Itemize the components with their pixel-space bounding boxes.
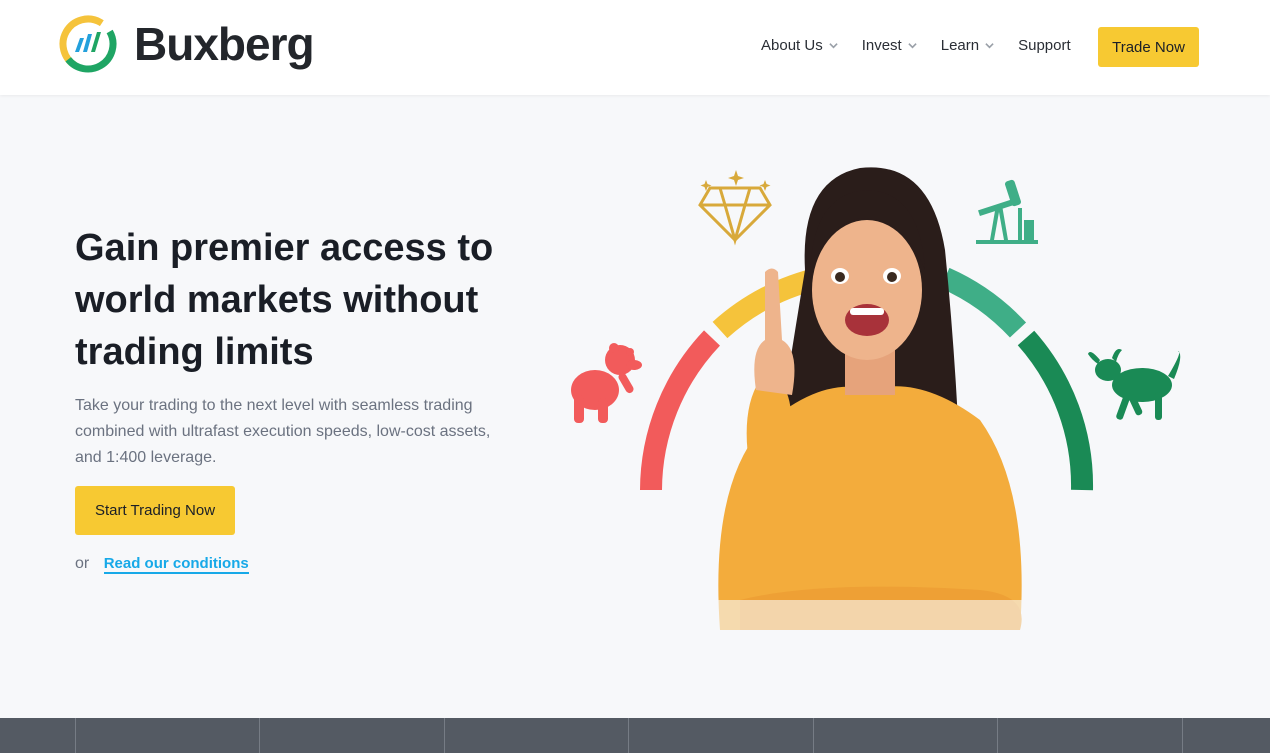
nav-support-label: Support xyxy=(1018,37,1071,54)
nav-about-us-label: About Us xyxy=(761,37,823,54)
diamond-icon xyxy=(698,170,772,246)
logo[interactable]: Buxberg xyxy=(58,14,315,74)
chevron-down-icon xyxy=(829,43,838,49)
ticker-cell[interactable] xyxy=(628,718,813,753)
start-trading-button[interactable]: Start Trading Now xyxy=(75,486,235,535)
hero-illustration xyxy=(571,167,1181,640)
ticker-cell xyxy=(0,718,75,753)
chevron-down-icon xyxy=(908,43,917,49)
chevron-down-icon xyxy=(985,43,994,49)
brand-name: Buxberg xyxy=(134,18,315,70)
main-nav: About Us Invest Learn Support xyxy=(761,37,1095,54)
ticker-cell[interactable] xyxy=(259,718,444,753)
person-illustration xyxy=(710,167,1030,640)
ticker-cell[interactable] xyxy=(1182,718,1270,753)
gauge-teal-segment xyxy=(940,267,1027,338)
bull-icon xyxy=(1088,349,1181,420)
nav-invest[interactable]: Invest xyxy=(862,37,917,54)
nav-about-us[interactable]: About Us xyxy=(761,37,838,54)
ticker-cell[interactable] xyxy=(75,718,259,753)
gauge-green-segment xyxy=(1017,330,1094,491)
nav-invest-label: Invest xyxy=(861,37,902,54)
hero-subtitle: Take your trading to the next level with… xyxy=(75,397,491,466)
ticker-cell[interactable] xyxy=(813,718,997,753)
read-conditions-link[interactable]: Read our conditions xyxy=(103,555,249,574)
ticker-cell[interactable] xyxy=(444,718,628,753)
market-ticker-bar xyxy=(0,718,1270,753)
conditions-line: or Read our conditions xyxy=(75,555,249,574)
or-text: or xyxy=(75,555,90,572)
hero-title: Gain premier access to world markets wit… xyxy=(75,227,494,373)
bear-icon xyxy=(571,343,642,423)
ticker-cell[interactable] xyxy=(997,718,1182,753)
nav-learn[interactable]: Learn xyxy=(941,37,994,54)
buxberg-logo-icon xyxy=(59,15,117,73)
nav-learn-label: Learn xyxy=(940,37,980,54)
site-header: Buxberg About Us Invest Learn Support Tr… xyxy=(0,0,1270,95)
oil-pump-icon xyxy=(976,179,1038,244)
nav-support[interactable]: Support xyxy=(1018,37,1071,54)
gauge-red-segment xyxy=(640,330,721,491)
trade-now-button[interactable]: Trade Now xyxy=(1098,27,1199,67)
